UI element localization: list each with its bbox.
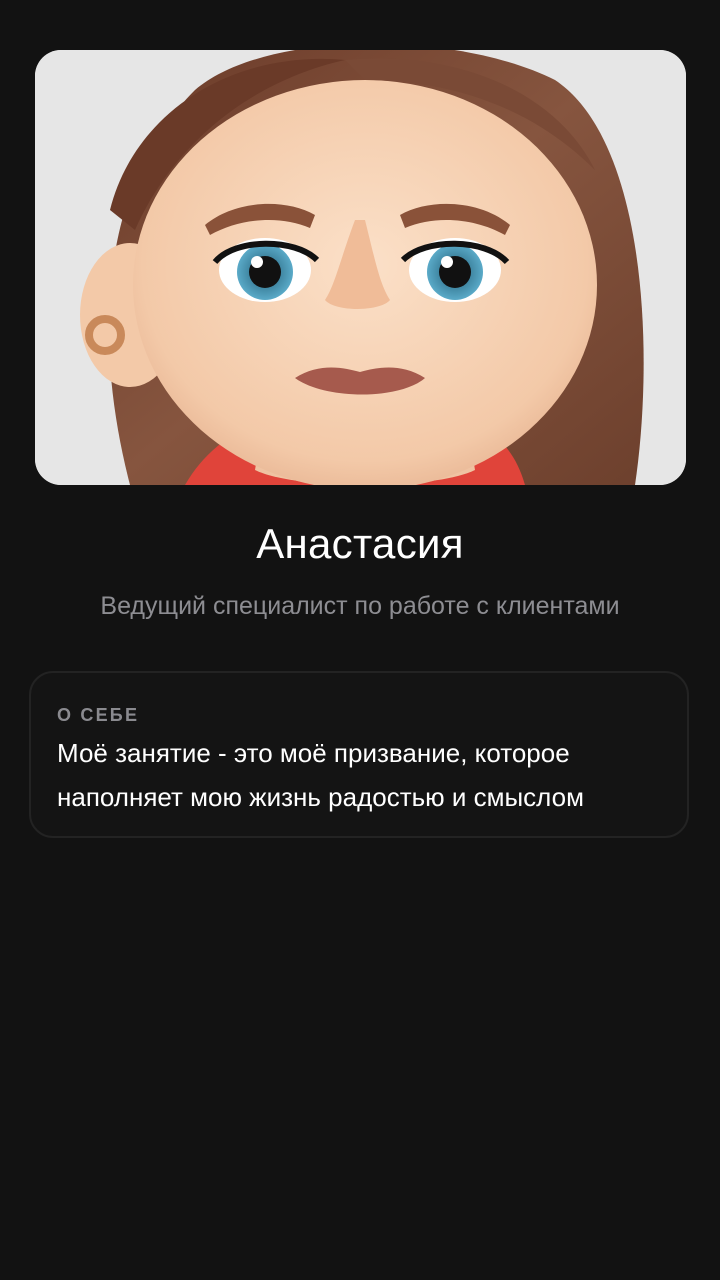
about-text: Моё занятие - это моё призвание, которое… xyxy=(57,738,584,812)
avatar-image xyxy=(35,50,686,485)
avatar-illustration xyxy=(35,50,686,485)
about-card: О СЕБЕ Моё занятие - это моё призвание, … xyxy=(29,671,689,838)
about-heading: О СЕБЕ xyxy=(57,705,140,725)
profile-name: Анастасия xyxy=(256,520,464,567)
profile-role: Ведущий специалист по работе с клиентами xyxy=(100,592,620,620)
